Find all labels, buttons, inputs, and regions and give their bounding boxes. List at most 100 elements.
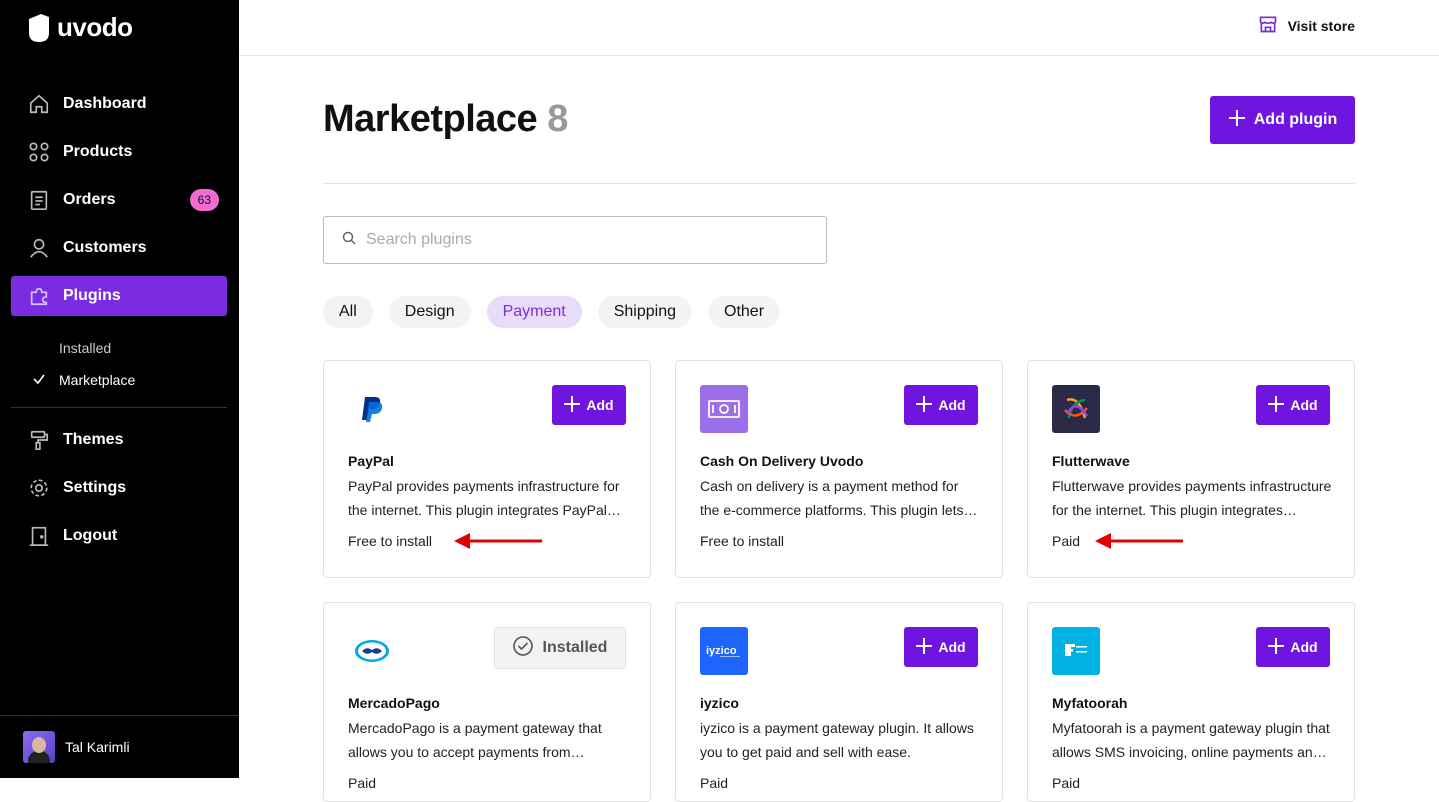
add-plugin-button[interactable]: Add plugin xyxy=(1210,96,1355,144)
subnav-item-label: Installed xyxy=(59,340,112,356)
plus-icon xyxy=(564,395,581,415)
category-filters: All Design Payment Shipping Other xyxy=(323,296,781,328)
store-icon xyxy=(1258,14,1278,37)
paint-roller-icon xyxy=(27,428,51,452)
filter-all[interactable]: All xyxy=(323,296,373,328)
plugin-count: 8 xyxy=(547,98,568,140)
sidebar-item-themes[interactable]: Themes xyxy=(11,420,227,460)
header-divider xyxy=(323,183,1355,184)
sidebar-item-dashboard[interactable]: Dashboard xyxy=(11,84,227,124)
puzzle-icon xyxy=(27,284,51,308)
plus-icon xyxy=(916,637,933,657)
plugin-card[interactable]: Installed MercadoPago MercadoPago is a p… xyxy=(323,602,651,802)
installed-button[interactable]: Installed xyxy=(494,627,626,669)
check-icon xyxy=(32,372,46,389)
door-icon xyxy=(27,524,51,548)
check-circle-icon xyxy=(512,635,533,661)
subnav-item-marketplace[interactable]: Marketplace xyxy=(0,364,239,396)
grid-icon xyxy=(27,140,51,164)
add-button-label: Add xyxy=(1290,397,1318,413)
plugin-card[interactable]: iyzico Add iyzico iyzico is a payment ga… xyxy=(675,602,1003,802)
cash-logo-icon xyxy=(700,385,748,433)
add-button-label: Add xyxy=(938,397,966,413)
plugin-price: Free to install xyxy=(348,533,433,549)
sidebar-item-label: Themes xyxy=(63,431,124,448)
page-title-text: Marketplace xyxy=(323,98,538,140)
uvodo-logo-icon xyxy=(29,13,49,42)
plugin-description: Flutterwave provides payments infrastruc… xyxy=(1052,478,1332,518)
search-box xyxy=(323,216,827,264)
annotation-arrow xyxy=(1095,533,1183,549)
plugin-name: Flutterwave xyxy=(1052,453,1130,469)
brand-logo[interactable]: uvodo xyxy=(27,12,133,43)
filter-shipping[interactable]: Shipping xyxy=(597,296,693,328)
brand-name: uvodo xyxy=(57,12,133,42)
sidebar: uvodo Dashboard Products Orders 63 Custo… xyxy=(0,0,239,778)
plugin-price: Paid xyxy=(1052,775,1081,791)
sidebar-item-label: Customers xyxy=(63,239,147,256)
plugin-name: MercadoPago xyxy=(348,695,440,711)
sidebar-item-logout[interactable]: Logout xyxy=(11,516,227,556)
plugin-card[interactable]: Add Flutterwave Flutterwave provides pay… xyxy=(1027,360,1355,578)
plus-icon xyxy=(1228,109,1246,132)
search-icon xyxy=(342,231,356,250)
gear-icon xyxy=(27,476,51,500)
orders-count-badge: 63 xyxy=(189,189,219,211)
plugin-price: Paid xyxy=(700,775,729,791)
user-profile[interactable]: Tal Karimli xyxy=(0,715,239,778)
filter-other[interactable]: Other xyxy=(708,296,781,328)
user-name: Tal Karimli xyxy=(65,739,130,755)
sidebar-item-label: Orders xyxy=(63,191,116,208)
visit-store-link[interactable]: Visit store xyxy=(1258,14,1355,37)
subnav-item-installed[interactable]: Installed xyxy=(0,332,239,364)
sidebar-item-products[interactable]: Products xyxy=(11,132,227,172)
user-icon xyxy=(27,236,51,260)
plugins-subnav: Installed Marketplace xyxy=(0,332,239,396)
add-plugin-label: Add plugin xyxy=(1253,111,1338,128)
add-button-label: Add xyxy=(1290,639,1318,655)
svg-text:iyzico: iyzico xyxy=(706,645,737,657)
avatar xyxy=(23,731,55,763)
plugin-description: PayPal provides payments infrastructure … xyxy=(348,478,620,518)
flutterwave-logo-icon xyxy=(1052,385,1100,433)
installed-label: Installed xyxy=(542,639,608,656)
add-button[interactable]: Add xyxy=(552,385,626,425)
sidebar-item-plugins[interactable]: Plugins xyxy=(11,276,227,316)
visit-store-label: Visit store xyxy=(1287,17,1355,34)
sidebar-item-customers[interactable]: Customers xyxy=(11,228,227,268)
filter-payment[interactable]: Payment xyxy=(486,296,582,328)
plugin-name: iyzico xyxy=(700,695,739,711)
search-input[interactable] xyxy=(366,231,806,249)
filter-design[interactable]: Design xyxy=(388,296,471,328)
clipboard-icon xyxy=(27,188,51,212)
plus-icon xyxy=(1268,395,1285,415)
plus-icon xyxy=(1268,637,1285,657)
plugin-description: Myfatoorah is a payment gateway plugin t… xyxy=(1052,720,1330,760)
sidebar-item-orders[interactable]: Orders 63 xyxy=(11,180,227,220)
plugin-price: Paid xyxy=(348,775,377,791)
add-button[interactable]: Add xyxy=(904,627,978,667)
topbar: Visit store xyxy=(239,0,1439,56)
myfatoorah-logo-icon xyxy=(1052,627,1100,675)
plugin-price: Free to install xyxy=(700,533,785,549)
sidebar-item-settings[interactable]: Settings xyxy=(11,468,227,508)
add-button[interactable]: Add xyxy=(904,385,978,425)
plugin-description: MercadoPago is a payment gateway that al… xyxy=(348,720,602,760)
plugin-name: Myfatoorah xyxy=(1052,695,1128,711)
page-title: Marketplace 8 xyxy=(323,98,568,141)
plugin-card[interactable]: Add Cash On Delivery Uvodo Cash on deliv… xyxy=(675,360,1003,578)
plugin-price: Paid xyxy=(1052,533,1081,549)
plugin-name: PayPal xyxy=(348,453,394,469)
home-icon xyxy=(27,92,51,116)
paypal-logo-icon xyxy=(348,385,396,433)
plugin-description: iyzico is a payment gateway plugin. It a… xyxy=(700,720,974,760)
plugin-name: Cash On Delivery Uvodo xyxy=(700,453,864,469)
add-button[interactable]: Add xyxy=(1256,627,1330,667)
plugin-card[interactable]: Add Myfatoorah Myfatoorah is a payment g… xyxy=(1027,602,1355,802)
sidebar-item-label: Settings xyxy=(63,479,127,496)
sidebar-item-label: Logout xyxy=(63,527,118,544)
plus-icon xyxy=(916,395,933,415)
sidebar-item-label: Plugins xyxy=(63,287,121,304)
add-button[interactable]: Add xyxy=(1256,385,1330,425)
iyzico-logo-icon: iyzico xyxy=(700,627,748,675)
